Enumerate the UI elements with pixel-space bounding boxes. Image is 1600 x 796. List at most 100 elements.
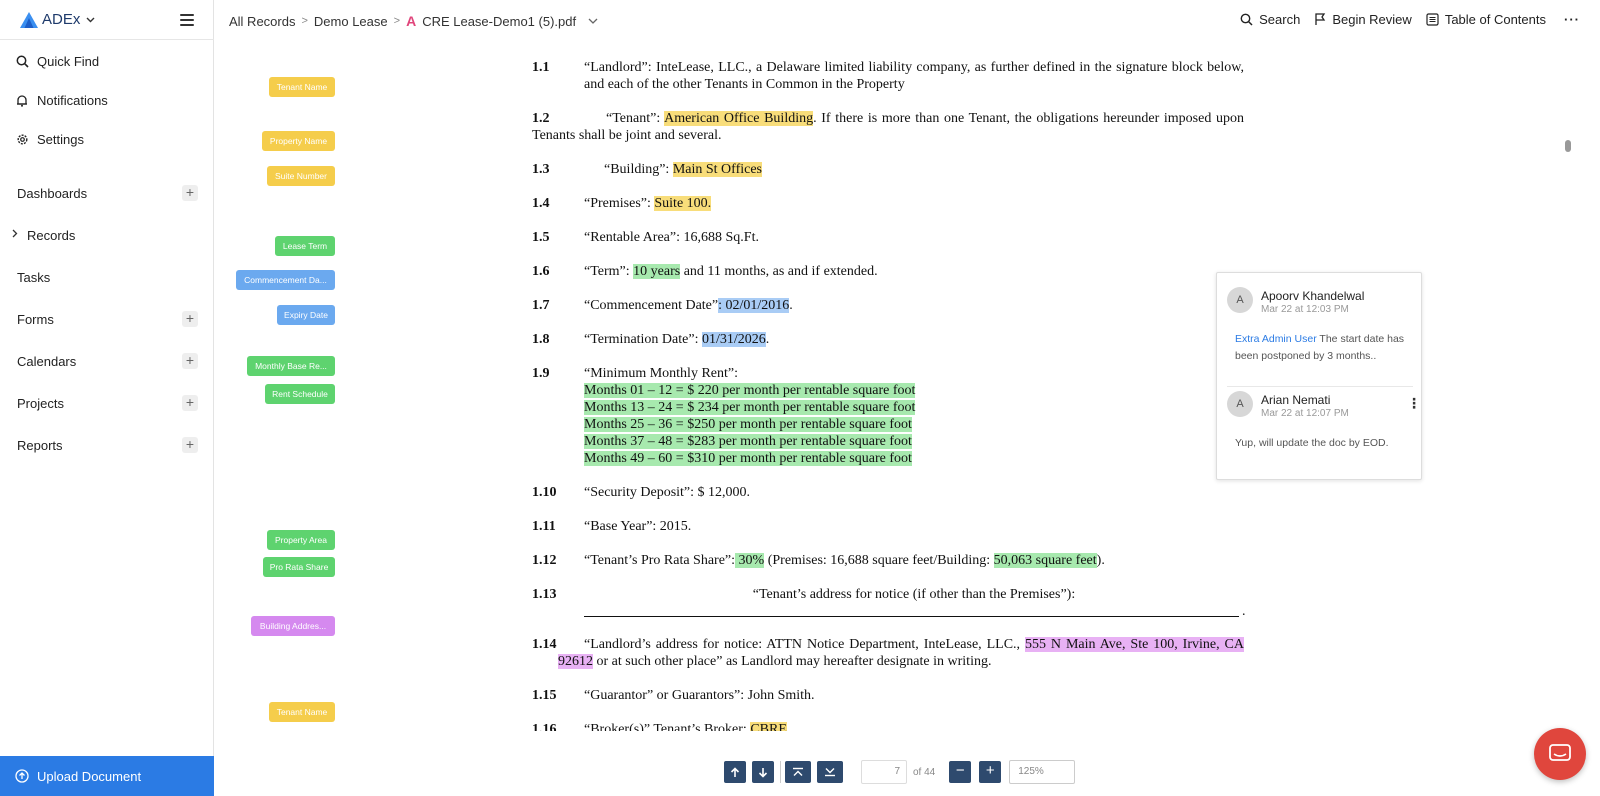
clause-end-period: . xyxy=(1242,604,1246,619)
comment-menu-icon[interactable]: ⋮ xyxy=(1407,395,1421,412)
breadcrumb-separator: > xyxy=(393,15,401,27)
clause-text: “Tenant”: American Office Building. If t… xyxy=(532,111,1244,143)
document-scrollbar[interactable] xyxy=(1564,40,1572,740)
highlight-suite-number[interactable]: Suite 100. xyxy=(654,196,712,211)
comment-divider xyxy=(1227,386,1413,387)
comment-thread: A Apoorv Khandelwal Mar 22 at 12:03 PM E… xyxy=(1216,272,1422,480)
search-button[interactable]: Search xyxy=(1240,12,1300,27)
highlight-tenant-name[interactable]: American Office Building xyxy=(664,111,814,126)
clause-number: 1.9 xyxy=(532,366,550,381)
sidebar-header: ADEx xyxy=(0,0,214,40)
top-bar: All Records > Demo Lease > A CRE Lease-D… xyxy=(214,0,1600,40)
tag-pro-rata-share[interactable]: Pro Rata Share xyxy=(263,557,335,577)
comment-author: Apoorv Khandelwal xyxy=(1261,289,1365,303)
sidebar-section-label: Dashboards xyxy=(17,185,88,201)
sidebar-section-label: Reports xyxy=(17,437,63,453)
breadcrumb-demo-lease[interactable]: Demo Lease xyxy=(314,14,388,29)
tag-property-name[interactable]: Property Name xyxy=(262,131,335,151)
clause-number: 1.3 xyxy=(532,162,550,177)
highlight-pro-rata-share[interactable]: 30% xyxy=(735,553,765,568)
comment-timestamp: Mar 22 at 12:03 PM xyxy=(1261,304,1349,315)
sidebar-section-tasks[interactable]: Tasks xyxy=(0,263,213,291)
first-page-icon xyxy=(793,767,803,776)
sidebar: ADEx Quick Find Notifications Settings D… xyxy=(0,0,214,796)
scrollbar-thumb[interactable] xyxy=(1565,140,1571,152)
more-options-icon[interactable]: ··· xyxy=(1564,12,1580,27)
clause-text: “Broker(s)” Tenant’s Broker: CBRE xyxy=(584,721,1244,731)
rent-schedule-block[interactable]: Months 01 – 12 = $ 220 per month per ren… xyxy=(584,382,1244,467)
support-chat-button[interactable] xyxy=(1534,728,1586,780)
next-page-button[interactable] xyxy=(752,761,774,783)
tag-lease-term[interactable]: Lease Term xyxy=(275,236,335,256)
add-project-button[interactable]: + xyxy=(182,395,198,411)
tag-building-address[interactable]: Building Addres... xyxy=(251,616,335,636)
tag-commencement-date[interactable]: Commencement Da... xyxy=(236,270,335,290)
sidebar-section-forms[interactable]: Forms + xyxy=(0,305,213,333)
clause-text: “Commencement Date”: 02/01/2016. xyxy=(584,298,793,313)
highlight-property-name[interactable]: Main St Offices xyxy=(672,162,763,177)
last-page-button[interactable] xyxy=(817,761,843,783)
breadcrumb-all-records[interactable]: All Records xyxy=(229,14,295,29)
comment-body: Extra Admin User The start date has been… xyxy=(1235,333,1405,362)
bell-icon xyxy=(15,93,29,107)
sidebar-section-label: Calendars xyxy=(17,353,77,369)
table-of-contents-button[interactable]: Table of Contents xyxy=(1426,12,1546,27)
brand-name: ADEx xyxy=(42,11,81,28)
sidebar-section-dashboards[interactable]: Dashboards + xyxy=(0,179,213,207)
highlight-expiry-date[interactable]: 01/31/2026 xyxy=(701,332,766,347)
zoom-level-input[interactable]: 125% xyxy=(1009,760,1076,784)
first-page-button[interactable] xyxy=(785,761,811,783)
search-label: Search xyxy=(1259,12,1301,27)
sidebar-section-calendars[interactable]: Calendars + xyxy=(0,347,213,375)
toc-label: Table of Contents xyxy=(1444,12,1546,27)
blank-line xyxy=(584,616,1239,617)
sidebar-item-notifications[interactable]: Notifications xyxy=(0,86,213,114)
clause-text: “Tenant’s Pro Rata Share”: 30% (Premises… xyxy=(584,553,1105,568)
sidebar-item-quick-find[interactable]: Quick Find xyxy=(0,47,213,75)
page-count: of 44 xyxy=(913,766,936,778)
tag-property-area[interactable]: Property Area xyxy=(267,530,335,550)
previous-page-button[interactable] xyxy=(724,761,746,783)
add-calendar-button[interactable]: + xyxy=(182,353,198,369)
brand-switcher[interactable]: ADEx xyxy=(20,11,95,28)
clause-text: “Minimum Monthly Rent”: Months 01 – 12 =… xyxy=(584,365,1244,467)
tag-tenant-name[interactable]: Tenant Name xyxy=(269,702,335,722)
sidebar-item-settings[interactable]: Settings xyxy=(0,125,213,153)
file-dropdown-chevron-icon[interactable] xyxy=(588,16,598,27)
begin-review-button[interactable]: Begin Review xyxy=(1314,12,1412,27)
upload-label: Upload Document xyxy=(37,768,142,784)
tag-expiry-date[interactable]: Expiry Date xyxy=(277,305,335,325)
breadcrumb-file-name[interactable]: CRE Lease-Demo1 (5).pdf xyxy=(422,14,576,29)
chat-icon xyxy=(1549,744,1571,761)
avatar: A xyxy=(1227,391,1253,417)
tag-rent-schedule[interactable]: Rent Schedule xyxy=(265,384,335,404)
upload-document-button[interactable]: Upload Document xyxy=(0,756,214,796)
highlight-lease-term[interactable]: 10 years xyxy=(633,264,681,279)
breadcrumb-separator: > xyxy=(301,15,308,27)
clause-text: “Rentable Area”: 16,688 Sq.Ft. xyxy=(584,230,759,245)
highlight-commencement-date[interactable]: : 02/01/2016 xyxy=(718,298,790,313)
sidebar-section-reports[interactable]: Reports + xyxy=(0,431,213,459)
sidebar-section-records[interactable]: Records xyxy=(0,221,213,249)
page-number-input[interactable]: 7 xyxy=(861,760,907,784)
add-report-button[interactable]: + xyxy=(182,437,198,453)
add-dashboard-button[interactable]: + xyxy=(182,185,198,201)
user-mention[interactable]: Extra Admin User xyxy=(1235,333,1317,345)
highlight-property-area[interactable]: 50,063 square feet xyxy=(993,553,1097,568)
tag-suite-number[interactable]: Suite Number xyxy=(267,166,335,186)
menu-toggle-icon[interactable] xyxy=(180,14,194,26)
sidebar-section-label: Records xyxy=(27,227,76,243)
tag-monthly-base-rent[interactable]: Monthly Base Re... xyxy=(247,356,335,376)
toolbar-divider xyxy=(780,761,781,783)
tag-tenant-name[interactable]: Tenant Name xyxy=(269,77,335,97)
highlight-broker[interactable]: CBRE xyxy=(750,722,787,731)
zoom-in-button[interactable]: + xyxy=(979,761,1002,783)
sidebar-section-projects[interactable]: Projects + xyxy=(0,389,213,417)
rent-row: Months 13 – 24 = $ 234 per month per ren… xyxy=(584,400,916,415)
add-form-button[interactable]: + xyxy=(182,311,198,327)
clause-number: 1.7 xyxy=(532,298,550,313)
clause-number: 1.6 xyxy=(532,264,550,279)
clause-number: 1.11 xyxy=(532,519,556,534)
clause-number: 1.12 xyxy=(532,553,557,568)
zoom-out-button[interactable]: − xyxy=(949,761,972,783)
